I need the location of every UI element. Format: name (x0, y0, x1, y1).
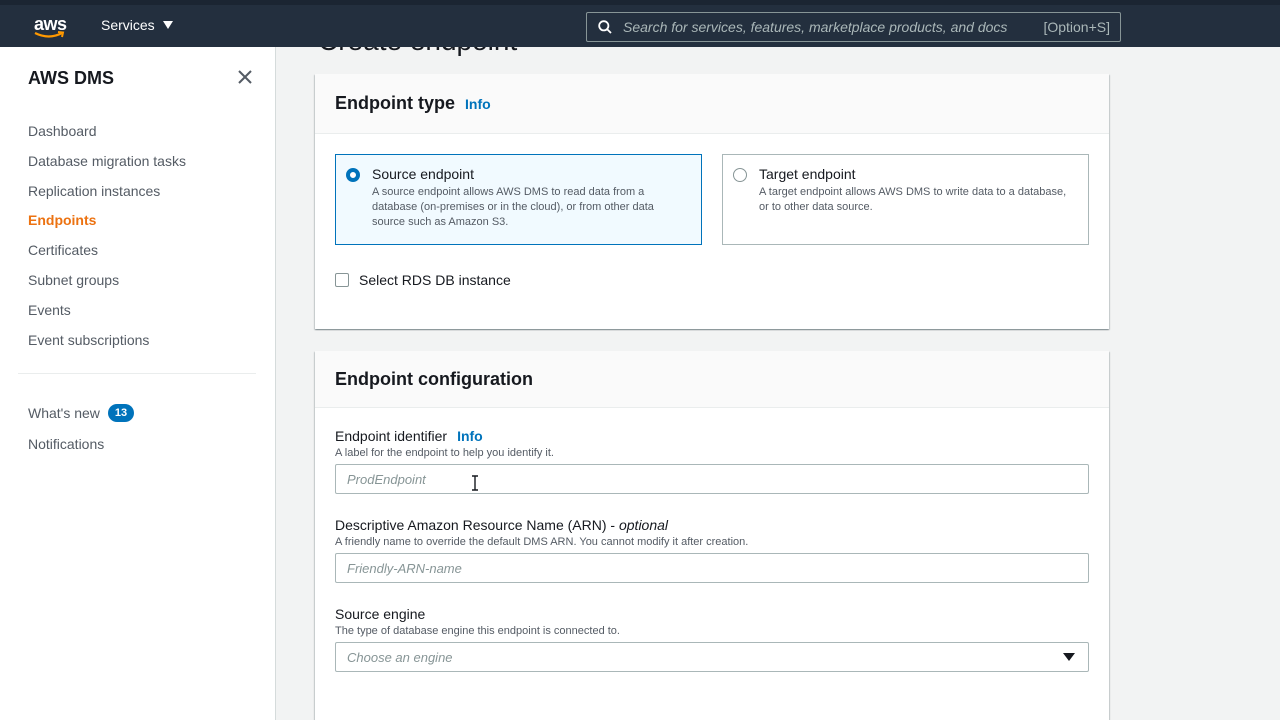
search-shortcut-hint: [Option+S] (1043, 19, 1110, 35)
target-endpoint-title: Target endpoint (759, 166, 856, 182)
search-icon (587, 13, 623, 41)
sidebar: AWS DMS Dashboard Database migration tas… (0, 47, 276, 720)
source-engine-label: Source engine (335, 606, 426, 622)
whats-new-label: What's new (28, 404, 100, 421)
aws-smile-icon (34, 31, 65, 38)
endpoint-type-header: Endpoint type Info (315, 74, 1109, 134)
top-navigation-bar: aws Services [Option+S] (0, 0, 1280, 47)
endpoint-type-panel: Endpoint type Info Source endpoint A sou… (315, 74, 1109, 329)
sidebar-item-events[interactable]: Events (28, 299, 186, 329)
arn-label-row: Descriptive Amazon Resource Name (ARN) -… (335, 517, 1089, 533)
page-title: Create endpoint (318, 47, 517, 57)
arn-optional-label: optional (618, 517, 669, 533)
endpoint-type-tiles: Source endpoint A source endpoint allows… (335, 154, 1089, 245)
whats-new-count-badge: 13 (107, 403, 135, 422)
sidebar-item-event-subscriptions[interactable]: Event subscriptions (28, 329, 186, 359)
close-icon (238, 70, 252, 84)
endpoint-configuration-panel: Endpoint configuration Endpoint identifi… (315, 351, 1109, 720)
sidebar-item-database-migration-tasks[interactable]: Database migration tasks (28, 150, 186, 180)
endpoint-type-title: Endpoint type (335, 93, 455, 113)
sidebar-title[interactable]: AWS DMS (28, 68, 114, 89)
arn-label: Descriptive Amazon Resource Name (ARN) - (335, 517, 619, 533)
target-endpoint-desc: A target endpoint allows AWS DMS to writ… (759, 186, 1067, 213)
sidebar-nav: Dashboard Database migration tasks Repli… (28, 120, 186, 358)
source-endpoint-desc: A source endpoint allows AWS DMS to read… (372, 186, 654, 228)
notifications-label: Notifications (28, 435, 105, 452)
target-endpoint-radio[interactable] (733, 168, 747, 182)
source-engine-select[interactable]: Choose an engine (335, 642, 1089, 672)
select-rds-instance-row[interactable]: Select RDS DB instance (335, 272, 511, 288)
sidebar-item-replication-instances[interactable]: Replication instances (28, 180, 186, 210)
text-cursor-icon (472, 475, 478, 491)
arn-field: Descriptive Amazon Resource Name (ARN) -… (335, 517, 1089, 583)
endpoint-configuration-header: Endpoint configuration (315, 351, 1109, 408)
source-endpoint-tile[interactable]: Source endpoint A source endpoint allows… (335, 154, 702, 245)
source-engine-desc: The type of database engine this endpoin… (335, 625, 620, 637)
endpoint-type-info-link[interactable]: Info (465, 96, 491, 112)
services-menu-button[interactable]: Services (101, 17, 173, 33)
source-engine-field: Source engine The type of database engin… (335, 606, 1089, 672)
sidebar-item-dashboard[interactable]: Dashboard (28, 120, 186, 150)
source-endpoint-radio[interactable] (346, 168, 360, 182)
sidebar-item-whats-new[interactable]: What's new 13 (28, 397, 135, 428)
endpoint-identifier-info-link[interactable]: Info (457, 428, 483, 444)
sidebar-divider (18, 373, 256, 374)
endpoint-identifier-label-row: Endpoint identifier Info (335, 428, 1089, 444)
arn-desc: A friendly name to override the default … (335, 536, 749, 548)
sidebar-item-notifications[interactable]: Notifications (28, 428, 134, 459)
main-content: Create endpoint Endpoint type Info Sourc… (277, 47, 1280, 720)
sidebar-secondary-nav: What's new 13 Notifications (28, 397, 135, 459)
endpoint-identifier-label: Endpoint identifier (335, 428, 448, 444)
sidebar-item-subnet-groups[interactable]: Subnet groups (28, 269, 186, 299)
sidebar-item-endpoints[interactable]: Endpoints (28, 209, 186, 239)
aws-logo[interactable]: aws (34, 13, 68, 43)
endpoint-identifier-desc: A label for the endpoint to help you ide… (335, 447, 554, 459)
caret-down-icon (1063, 653, 1075, 661)
search-input[interactable] (623, 13, 1044, 41)
endpoint-identifier-input[interactable] (335, 464, 1089, 494)
target-endpoint-tile[interactable]: Target endpoint A target endpoint allows… (722, 154, 1089, 245)
source-endpoint-title: Source endpoint (372, 166, 474, 182)
source-engine-selected-value: Choose an engine (347, 649, 453, 665)
search-bar[interactable]: [Option+S] (586, 12, 1121, 42)
caret-down-icon (162, 21, 173, 29)
sidebar-item-certificates[interactable]: Certificates (28, 239, 186, 269)
endpoint-configuration-title: Endpoint configuration (335, 368, 533, 389)
close-sidebar-button[interactable] (236, 68, 254, 86)
select-rds-instance-checkbox[interactable] (335, 273, 349, 287)
endpoint-identifier-field: Endpoint identifier Info A label for the… (335, 428, 1089, 494)
arn-input[interactable] (335, 553, 1089, 583)
select-rds-instance-label: Select RDS DB instance (359, 272, 511, 288)
services-label: Services (101, 17, 155, 33)
